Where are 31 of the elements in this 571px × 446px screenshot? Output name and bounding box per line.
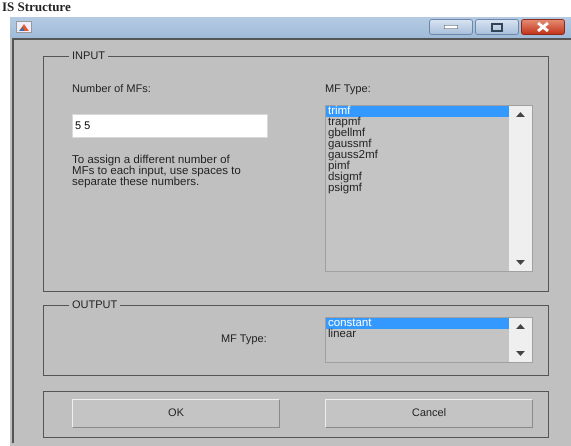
maximize-button[interactable] (475, 19, 519, 35)
list-option[interactable]: gaussmf (326, 139, 509, 150)
list-box[interactable]: trimf trapmf gbellmf gaussmf gauss2mf pimf dsigmf psigmf (325, 105, 533, 272)
app-icon (16, 21, 32, 33)
list-label: MF Type: (221, 332, 267, 344)
minimize-button[interactable] (429, 19, 473, 35)
dialog-button[interactable]: OK (72, 398, 280, 428)
page-heading: IS Structure (1, 2, 71, 12)
close-icon (537, 22, 549, 32)
close-button[interactable] (521, 19, 565, 35)
list-label: MF Type: (325, 82, 372, 96)
panel-title: INPUT (69, 48, 108, 62)
list-option[interactable]: gbellmf (326, 128, 509, 139)
list-option[interactable]: gauss2mf (326, 150, 509, 161)
scroll-up-icon[interactable] (516, 112, 525, 117)
field-label: Number of MFs: (72, 82, 152, 96)
list-option[interactable]: linear (326, 328, 509, 340)
scroll-down-icon[interactable] (516, 350, 525, 356)
list-option[interactable]: dsigmf (326, 172, 509, 183)
input-field[interactable]: 5 5 (72, 114, 268, 138)
dialog-button[interactable]: Cancel (325, 398, 533, 428)
minimize-icon (444, 25, 458, 29)
list-option[interactable]: pimf (326, 161, 509, 172)
scroll-up-icon[interactable] (516, 324, 525, 328)
help-text: To assign a different number of MFs to each input, use spaces to separate these numbers. (72, 155, 242, 188)
maximize-icon (491, 22, 503, 32)
list-option[interactable]: psigmf (326, 183, 509, 194)
list-option[interactable]: trapmf (326, 117, 509, 128)
scroll-down-icon[interactable] (516, 260, 525, 265)
list-box[interactable]: constant linear (325, 316, 533, 362)
panel-title: OUTPUT (69, 298, 120, 312)
